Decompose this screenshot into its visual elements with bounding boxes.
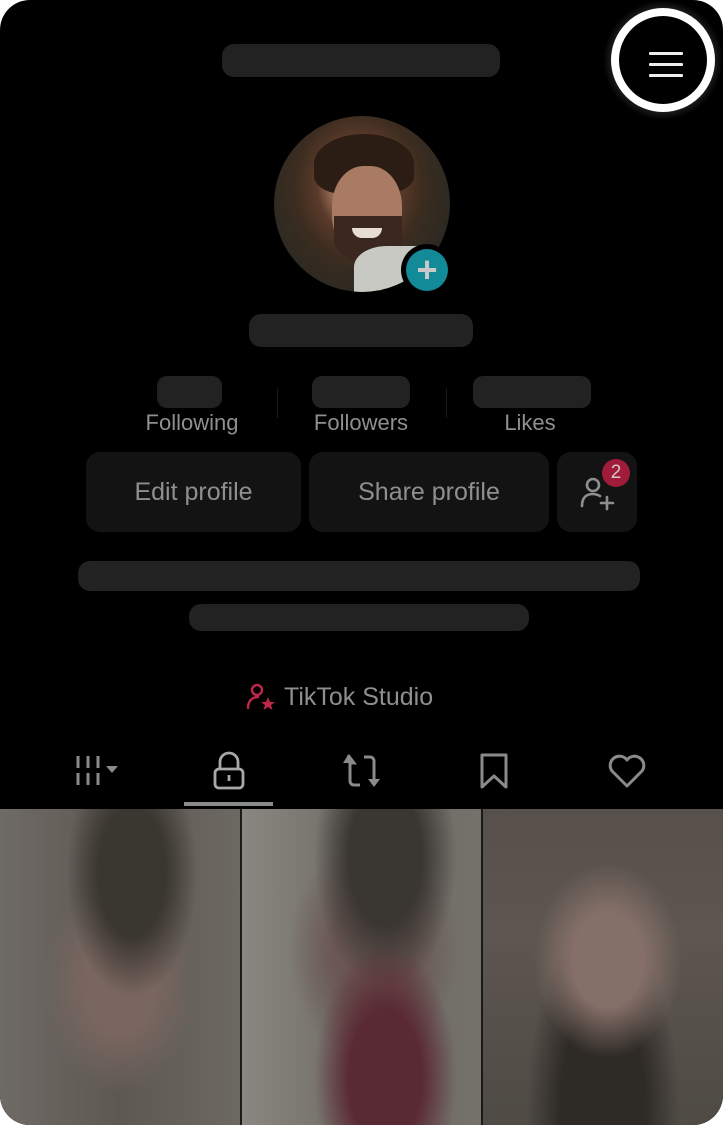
following-count-placeholder [157, 376, 222, 408]
plus-icon: + [406, 249, 448, 291]
add-avatar-button[interactable]: + [401, 244, 453, 296]
hamburger-menu-icon [649, 52, 683, 85]
tab-videos[interactable] [32, 740, 164, 802]
video-thumbnail[interactable] [0, 809, 240, 1125]
tiktok-studio-label: TikTok Studio [284, 682, 434, 711]
active-tab-indicator [184, 802, 273, 806]
bio-line-placeholder [189, 604, 529, 631]
followers-label: Followers [313, 410, 409, 435]
display-name-placeholder [249, 314, 473, 347]
profile-screen: + Following Followers Likes Edit profile… [0, 0, 723, 1125]
bio-line-placeholder [78, 561, 640, 591]
stat-divider [446, 388, 447, 418]
creator-star-icon [246, 683, 275, 710]
video-thumbnail[interactable] [483, 809, 723, 1125]
repost-icon [343, 754, 380, 787]
edit-profile-label: Edit profile [134, 477, 253, 506]
share-profile-label: Share profile [358, 477, 500, 506]
following-label: Following [145, 410, 239, 435]
lock-icon [213, 751, 245, 790]
tab-private[interactable] [163, 740, 295, 802]
share-profile-button[interactable]: Share profile [309, 452, 549, 532]
menu-button[interactable] [597, 0, 723, 126]
followers-count-placeholder [312, 376, 410, 408]
heart-icon [608, 754, 646, 788]
video-grid [0, 809, 723, 1125]
edit-profile-button[interactable]: Edit profile [86, 452, 301, 532]
tab-favorites[interactable] [428, 740, 560, 802]
bookmark-icon [480, 753, 508, 789]
video-thumbnail[interactable] [241, 809, 482, 1125]
tiktok-studio-link[interactable]: TikTok Studio [246, 680, 433, 714]
username-placeholder [222, 44, 500, 77]
stat-divider [277, 388, 278, 418]
notification-badge: 2 [602, 459, 630, 487]
likes-count-placeholder [473, 376, 591, 408]
videos-grid-icon [76, 756, 118, 785]
profile-tabs [0, 740, 723, 806]
tab-liked[interactable] [561, 740, 693, 802]
likes-label: Likes [504, 410, 556, 435]
tab-reposts[interactable] [296, 740, 428, 802]
